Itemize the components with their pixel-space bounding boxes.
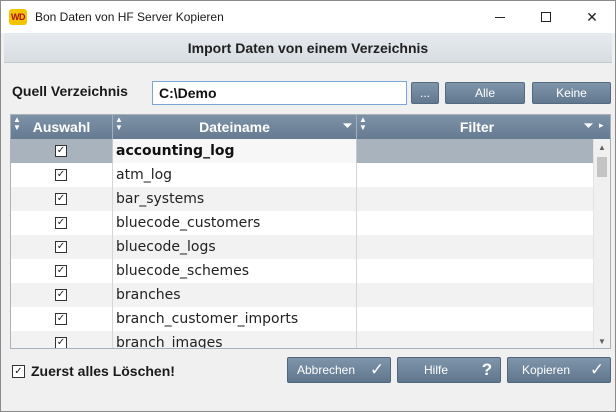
table-row[interactable]: ✓ bluecode_logs bbox=[11, 235, 593, 259]
table-row[interactable]: ✓ branch_customer_imports bbox=[11, 307, 593, 331]
filter-cell[interactable] bbox=[357, 211, 593, 235]
filter-cell[interactable] bbox=[357, 139, 593, 163]
row-checkbox[interactable]: ✓ bbox=[55, 217, 67, 229]
browse-button[interactable]: ... bbox=[411, 82, 439, 104]
maximize-button[interactable] bbox=[523, 1, 569, 33]
row-checkbox[interactable]: ✓ bbox=[55, 289, 67, 301]
table-body: ✓ accounting_log ✓ atm_log ✓ bar_systems bbox=[11, 139, 593, 349]
row-checkbox[interactable]: ✓ bbox=[55, 193, 67, 205]
file-name: bar_systems bbox=[116, 191, 205, 207]
filter-cell[interactable] bbox=[357, 163, 593, 187]
scroll-down-icon[interactable]: ▼ bbox=[594, 333, 610, 348]
file-name: branch_customer_imports bbox=[116, 311, 299, 327]
question-icon: ? bbox=[481, 360, 493, 379]
dialog-header: Import Daten von einem Verzeichnis bbox=[4, 33, 612, 63]
filter-cell[interactable] bbox=[357, 187, 593, 211]
scroll-right-icon[interactable]: ▸ bbox=[599, 120, 604, 131]
minimize-icon bbox=[495, 16, 505, 18]
window-controls: ✕ bbox=[477, 1, 615, 33]
file-name: accounting_log bbox=[116, 143, 235, 159]
title-bar: WD Bon Daten von HF Server Kopieren ✕ bbox=[1, 1, 615, 33]
table-header: ▲ ▼ Auswahl ▲ ▼ Dateiname ⏷ ▲ ▼ Filter ⏷ ▸ bbox=[11, 115, 610, 139]
copy-button[interactable]: Kopieren ✓ bbox=[507, 357, 611, 383]
select-all-button[interactable]: Alle bbox=[445, 82, 525, 104]
table-row[interactable]: ✓ bluecode_schemes bbox=[11, 259, 593, 283]
filter-cell[interactable] bbox=[357, 331, 593, 348]
minimize-button[interactable] bbox=[477, 1, 523, 33]
file-name: bluecode_customers bbox=[116, 215, 261, 231]
file-name: branches bbox=[116, 287, 181, 303]
file-name: branch_images bbox=[116, 335, 223, 349]
app-icon: WD bbox=[9, 9, 27, 25]
checkmark-icon: ✓ bbox=[589, 360, 605, 379]
row-checkbox[interactable]: ✓ bbox=[55, 241, 67, 253]
table-row[interactable]: ✓ bar_systems bbox=[11, 187, 593, 211]
table-row[interactable]: ✓ accounting_log bbox=[11, 139, 593, 163]
file-name: atm_log bbox=[116, 167, 173, 183]
source-directory-label: Quell Verzeichnis bbox=[12, 83, 128, 99]
column-header-dateiname[interactable]: ▲ ▼ Dateiname ⏷ bbox=[113, 115, 356, 139]
table-row[interactable]: ✓ atm_log bbox=[11, 163, 593, 187]
close-icon: ✕ bbox=[586, 8, 598, 25]
filter-icon[interactable]: ⏷ bbox=[584, 120, 593, 133]
filter-cell[interactable] bbox=[357, 283, 593, 307]
source-directory-input[interactable] bbox=[152, 81, 407, 105]
close-button[interactable]: ✕ bbox=[569, 1, 615, 33]
table-row[interactable]: ✓ branches bbox=[11, 283, 593, 307]
cancel-button[interactable]: Abbrechen ✓ bbox=[287, 357, 391, 383]
filter-icon[interactable]: ⏷ bbox=[343, 120, 352, 133]
row-checkbox[interactable]: ✓ bbox=[55, 145, 67, 157]
table-row[interactable]: ✓ bluecode_customers bbox=[11, 211, 593, 235]
scroll-up-icon[interactable]: ▲ bbox=[594, 139, 610, 155]
sort-icon: ▲ ▼ bbox=[115, 115, 123, 132]
row-checkbox[interactable]: ✓ bbox=[55, 313, 67, 325]
row-checkbox[interactable]: ✓ bbox=[55, 265, 67, 277]
vertical-scrollbar[interactable]: ▲ ▼ bbox=[593, 139, 610, 348]
filter-cell[interactable] bbox=[357, 259, 593, 283]
file-name: bluecode_logs bbox=[116, 239, 216, 255]
file-table: ▲ ▼ Auswahl ▲ ▼ Dateiname ⏷ ▲ ▼ Filter ⏷ ▸ … bbox=[10, 114, 611, 349]
delete-first-label: Zuerst alles Löschen! bbox=[31, 363, 175, 379]
help-button[interactable]: Hilfe ? bbox=[397, 357, 501, 383]
column-header-auswahl[interactable]: ▲ ▼ Auswahl bbox=[11, 115, 112, 139]
sort-icon: ▲ ▼ bbox=[13, 115, 21, 132]
row-checkbox[interactable]: ✓ bbox=[55, 337, 67, 348]
filter-cell[interactable] bbox=[357, 307, 593, 331]
delete-first-option[interactable]: ✓ Zuerst alles Löschen! bbox=[12, 363, 175, 379]
row-checkbox[interactable]: ✓ bbox=[55, 169, 67, 181]
maximize-icon bbox=[541, 12, 551, 22]
sort-icon: ▲ ▼ bbox=[359, 115, 367, 132]
scrollbar-thumb[interactable] bbox=[597, 157, 607, 177]
file-name: bluecode_schemes bbox=[116, 263, 250, 279]
column-header-filter[interactable]: ▲ ▼ Filter ⏷ bbox=[357, 115, 597, 139]
select-none-button[interactable]: Keine bbox=[532, 82, 611, 104]
table-row[interactable]: ✓ branch_images bbox=[11, 331, 593, 349]
checkmark-icon: ✓ bbox=[369, 360, 385, 379]
filter-cell[interactable] bbox=[357, 235, 593, 259]
delete-first-checkbox[interactable]: ✓ bbox=[12, 364, 25, 378]
dialog-window: WD Bon Daten von HF Server Kopieren ✕ Im… bbox=[0, 0, 616, 412]
window-title: Bon Daten von HF Server Kopieren bbox=[35, 10, 224, 24]
